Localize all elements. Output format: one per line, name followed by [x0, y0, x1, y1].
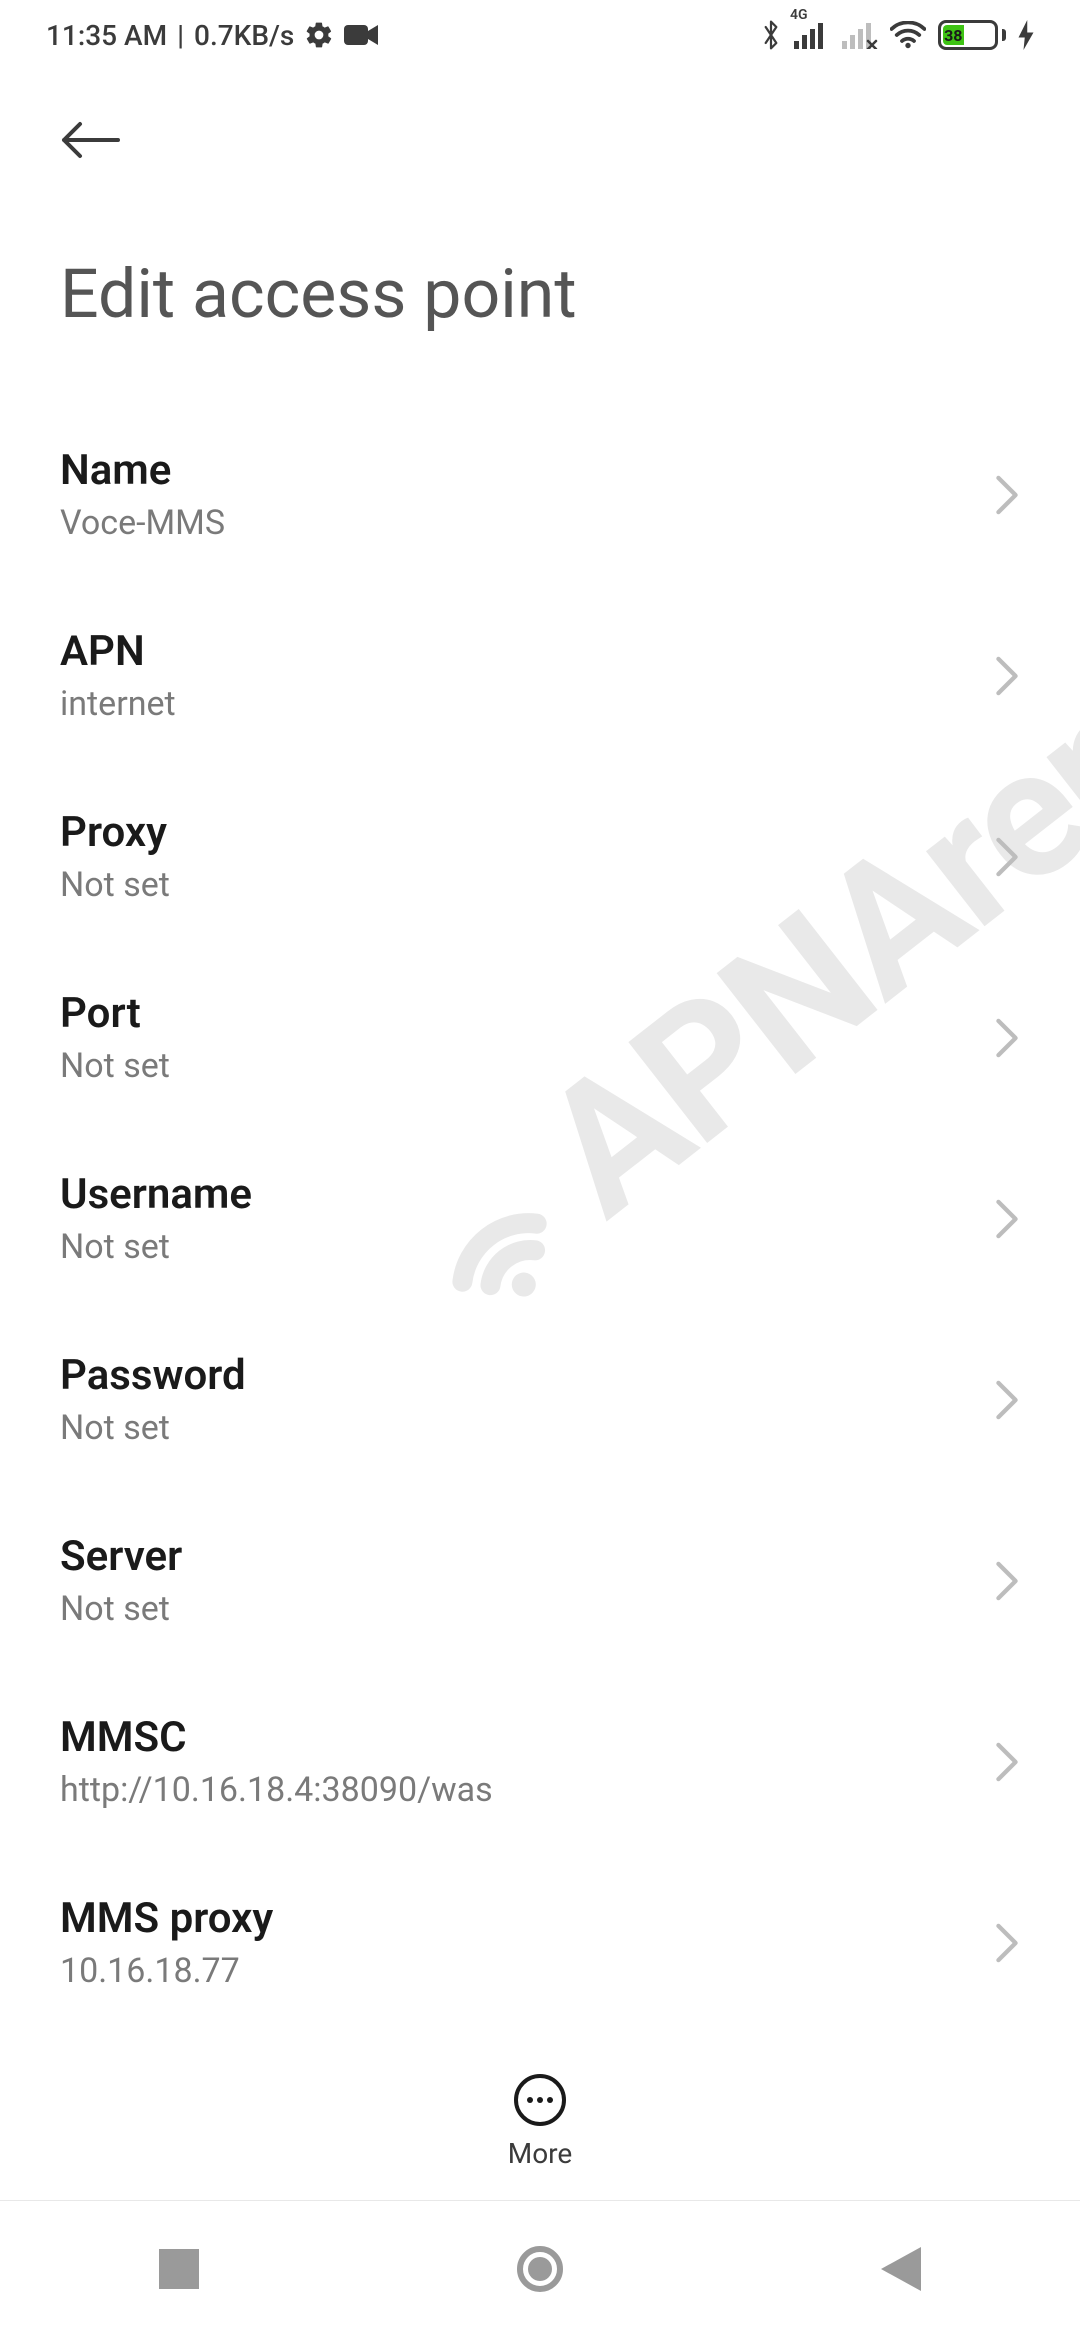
nav-home-button[interactable] — [496, 2225, 584, 2317]
row-value: Not set — [60, 1408, 246, 1448]
row-server[interactable]: Server Not set — [60, 1490, 1020, 1671]
row-value: Not set — [60, 1046, 170, 1086]
row-title: Port — [60, 989, 170, 1038]
battery-pct: 38 — [944, 26, 962, 45]
more-icon — [513, 2073, 567, 2127]
chevron-right-icon — [994, 1742, 1020, 1782]
row-value: Voce-MMS — [60, 503, 225, 543]
row-title: Name — [60, 446, 225, 495]
row-mmsc[interactable]: MMSC http://10.16.18.4:38090/was — [60, 1671, 1020, 1852]
wifi-icon — [890, 21, 926, 49]
row-title: Proxy — [60, 808, 170, 857]
chevron-right-icon — [994, 1199, 1020, 1239]
signal-icon-sim1 — [794, 21, 830, 49]
chevron-right-icon — [994, 837, 1020, 877]
row-port[interactable]: Port Not set — [60, 947, 1020, 1128]
page-title: Edit access point — [60, 254, 1020, 334]
triangle-left-icon — [881, 2247, 921, 2291]
row-value: internet — [60, 684, 176, 724]
row-value: Not set — [60, 865, 170, 905]
row-title: Server — [60, 1532, 182, 1581]
back-button[interactable] — [60, 110, 120, 174]
row-value: http://10.16.18.4:38090/was — [60, 1770, 493, 1810]
camera-icon — [344, 23, 378, 47]
row-apn[interactable]: APN internet — [60, 585, 1020, 766]
row-title: Username — [60, 1170, 252, 1219]
arrow-left-icon — [60, 120, 120, 160]
status-time: 11:35 AM — [46, 19, 167, 52]
row-value: Not set — [60, 1227, 252, 1267]
header: Edit access point — [0, 70, 1080, 364]
apn-settings-list: Name Voce-MMS APN internet Proxy Not set… — [0, 364, 1080, 2033]
more-label: More — [508, 2137, 573, 2170]
row-value: 10.16.18.77 — [60, 1951, 273, 1991]
row-title: MMS proxy — [60, 1894, 273, 1943]
system-nav-bar — [0, 2200, 1080, 2340]
status-bar: 11:35 AM | 0.7KB/s 4G — [0, 0, 1080, 70]
chevron-right-icon — [994, 1380, 1020, 1420]
status-network-speed: 0.7KB/s — [194, 19, 294, 52]
nav-recent-button[interactable] — [139, 2229, 219, 2313]
gear-icon — [304, 20, 334, 50]
status-separator: | — [177, 19, 184, 52]
charging-icon — [1018, 20, 1034, 50]
chevron-right-icon — [994, 1018, 1020, 1058]
nav-back-button[interactable] — [861, 2227, 941, 2315]
signal-icon-sim2 — [842, 21, 878, 49]
circle-icon — [516, 2245, 564, 2293]
battery-indicator: 38 — [938, 20, 1006, 50]
bluetooth-icon — [760, 19, 782, 51]
chevron-right-icon — [994, 475, 1020, 515]
row-title: APN — [60, 627, 176, 676]
row-password[interactable]: Password Not set — [60, 1309, 1020, 1490]
row-mms-proxy[interactable]: MMS proxy 10.16.18.77 — [60, 1852, 1020, 2033]
square-icon — [159, 2249, 199, 2289]
chevron-right-icon — [994, 1561, 1020, 1601]
row-value: Not set — [60, 1589, 182, 1629]
row-username[interactable]: Username Not set — [60, 1128, 1020, 1309]
chevron-right-icon — [994, 1923, 1020, 1963]
more-button[interactable]: More — [0, 2053, 1080, 2170]
row-name[interactable]: Name Voce-MMS — [60, 404, 1020, 585]
chevron-right-icon — [994, 656, 1020, 696]
row-proxy[interactable]: Proxy Not set — [60, 766, 1020, 947]
row-title: MMSC — [60, 1713, 493, 1762]
row-title: Password — [60, 1351, 246, 1400]
mobile-gen-label: 4G — [790, 7, 808, 23]
